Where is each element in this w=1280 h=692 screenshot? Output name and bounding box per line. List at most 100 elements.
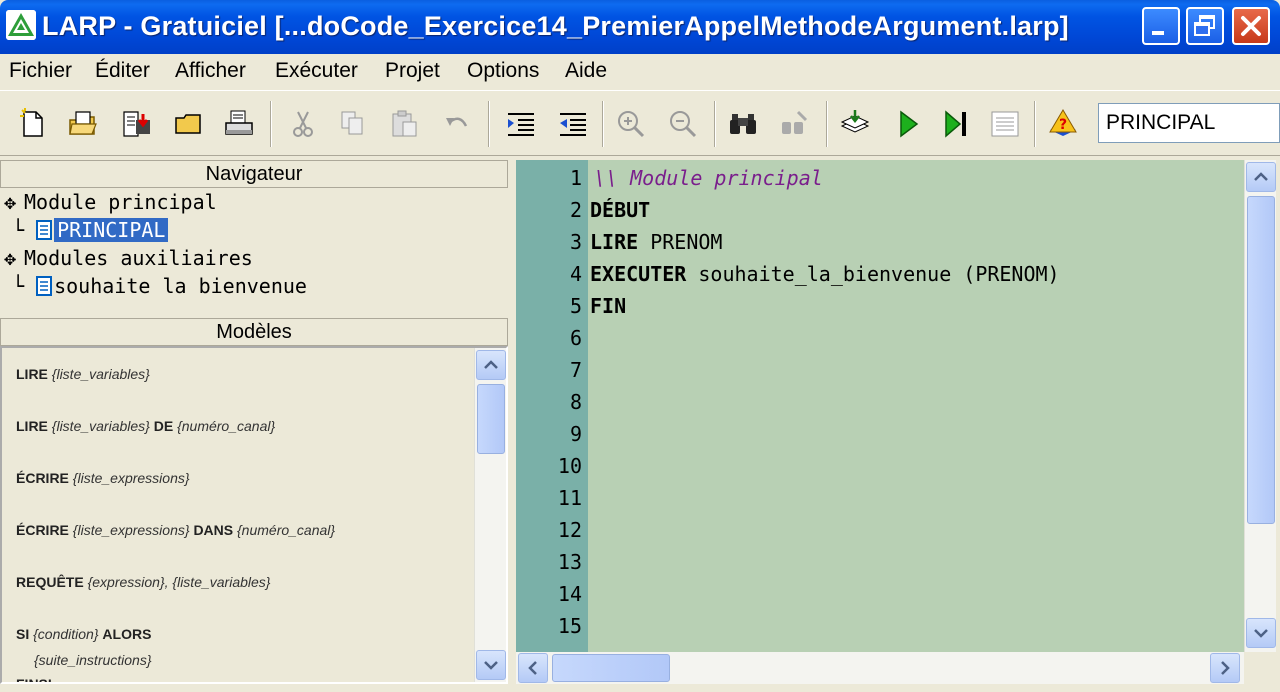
restore-button[interactable] (1186, 7, 1224, 45)
help-icon[interactable]: ? (1046, 108, 1080, 140)
model-keyword: SI (16, 626, 30, 642)
model-arg: {suite_instructions} (34, 652, 152, 668)
menu-fichier[interactable]: Fichier (9, 59, 72, 83)
scroll-thumb[interactable] (477, 384, 505, 454)
model-keyword: ÉCRIRE (16, 522, 69, 538)
minimize-button[interactable] (1142, 7, 1180, 45)
code-line: EXECUTER souhaite_la_bienvenue (PRENOM) (590, 262, 1060, 286)
toolbar-separator (488, 101, 490, 147)
menu-projet[interactable]: Projet (385, 59, 440, 83)
scroll-up-button[interactable] (476, 350, 506, 380)
models-scrollbar[interactable] (474, 348, 506, 682)
navigator-header: Navigateur (0, 160, 508, 188)
navigator-tree: ✥ Module principal └ PRINCIPAL ✥ Modules a… (0, 188, 508, 316)
zoom-out-icon[interactable] (666, 108, 700, 140)
toolbar-separator (714, 101, 716, 147)
scroll-down-button[interactable] (1246, 618, 1276, 648)
code-keyword: LIRE (590, 230, 639, 254)
menu-options[interactable]: Options (467, 59, 539, 83)
tree-branch-icon: └ (12, 218, 25, 242)
editor-vertical-scrollbar[interactable] (1244, 160, 1276, 652)
close-button[interactable] (1232, 7, 1270, 45)
menu-editer[interactable]: Éditer (95, 59, 150, 83)
tree-group-main[interactable]: ✥ Module principal (4, 190, 217, 218)
expand-icon[interactable]: ✥ (4, 190, 24, 214)
menu-afficher[interactable]: Afficher (175, 59, 246, 83)
toolbar-separator (602, 101, 604, 147)
model-finsi[interactable]: FINSI (16, 676, 52, 684)
line-number: 5 (569, 294, 582, 318)
model-arg: {liste_expressions} (72, 522, 190, 538)
scroll-right-button[interactable] (1210, 653, 1240, 683)
model-ecrire-dans[interactable]: ÉCRIRE {liste_expressions} DANS {numéro_… (16, 522, 335, 538)
model-arg: {liste_variables} (51, 418, 150, 434)
print-icon[interactable] (222, 108, 256, 140)
line-number: 15 (557, 614, 582, 638)
folder-icon[interactable] (172, 108, 206, 140)
title-bar: LARP - Gratuiciel [...doCode_Exercice14_… (0, 0, 1280, 54)
line-number: 6 (569, 326, 582, 350)
scroll-down-button[interactable] (476, 650, 506, 680)
new-file-icon[interactable] (16, 107, 50, 140)
scroll-thumb[interactable] (1247, 196, 1275, 524)
menu-aide[interactable]: Aide (565, 59, 607, 83)
console-icon[interactable] (988, 108, 1022, 140)
code-text: souhaite_la_bienvenue (PRENOM) (686, 262, 1060, 286)
line-number: 14 (557, 582, 582, 606)
tree-item-principal[interactable]: └ PRINCIPAL (12, 218, 169, 246)
replace-icon[interactable] (778, 108, 812, 140)
tree-branch-icon: └ (12, 274, 25, 298)
code-line: FIN (590, 294, 626, 318)
line-number: 3 (569, 230, 582, 254)
model-si[interactable]: SI {condition} ALORS (16, 626, 151, 642)
editor-horizontal-scrollbar[interactable] (516, 652, 1244, 684)
indent-icon[interactable] (504, 108, 538, 140)
larp-app-icon[interactable] (6, 10, 36, 40)
model-si-body[interactable]: {suite_instructions} (34, 652, 152, 668)
zoom-in-icon[interactable] (614, 108, 648, 140)
copy-icon[interactable] (336, 108, 370, 140)
expand-icon[interactable]: ✥ (4, 246, 24, 270)
outdent-icon[interactable] (556, 108, 590, 140)
model-arg: {numéro_canal} (237, 522, 336, 538)
models-list: LIRE {liste_variables} LIRE {liste_varia… (0, 346, 508, 684)
model-lire[interactable]: LIRE {liste_variables} (16, 366, 150, 382)
find-binoculars-icon[interactable] (726, 108, 760, 140)
scroll-left-button[interactable] (518, 653, 548, 683)
scroll-thumb[interactable] (552, 654, 670, 682)
line-number: 1 (569, 166, 582, 190)
menu-bar: Fichier Éditer Afficher Exécuter Projet … (0, 54, 1280, 88)
code-keyword: DÉBUT (590, 198, 651, 222)
module-selector[interactable]: PRINCIPAL (1098, 103, 1280, 143)
open-file-icon[interactable] (66, 108, 100, 140)
line-number: 10 (557, 454, 582, 478)
document-icon (36, 220, 53, 240)
cut-icon[interactable] (286, 108, 320, 140)
run-icon[interactable] (892, 108, 926, 140)
line-number: 4 (569, 262, 582, 286)
model-arg: {liste_expressions} (72, 470, 190, 486)
model-requete[interactable]: REQUÊTE {expression}, {liste_variables} (16, 574, 270, 590)
model-ecrire[interactable]: ÉCRIRE {liste_expressions} (16, 470, 190, 486)
model-lire-de[interactable]: LIRE {liste_variables} DE {numéro_canal} (16, 418, 275, 434)
scroll-up-button[interactable] (1246, 162, 1276, 192)
tree-group-aux[interactable]: ✥ Modules auxiliaires (4, 246, 253, 274)
model-keyword: FINSI (16, 676, 52, 684)
status-strip (0, 684, 1280, 692)
panel-splitter[interactable] (508, 158, 516, 692)
save-file-icon[interactable] (120, 108, 154, 140)
compile-icon[interactable] (838, 108, 872, 140)
window-title: LARP - Gratuiciel [...doCode_Exercice14_… (42, 11, 1069, 41)
menu-executer[interactable]: Exécuter (275, 59, 358, 83)
model-arg: {liste_variables} (51, 366, 150, 382)
tree-item-souhaite[interactable]: └ souhaite la bienvenue (12, 274, 307, 302)
tree-item-label: souhaite la bienvenue (54, 274, 307, 298)
line-number: 9 (569, 422, 582, 446)
tree-group-label: Module principal (24, 190, 217, 214)
code-keyword: FIN (590, 294, 627, 318)
paste-icon[interactable] (388, 108, 422, 140)
undo-icon[interactable] (440, 108, 474, 140)
code-editor[interactable]: \\ Module principal DÉBUT LIRE PRENOM EX… (588, 160, 1244, 652)
step-icon[interactable] (940, 108, 974, 140)
code-keyword: EXECUTER (590, 262, 687, 286)
